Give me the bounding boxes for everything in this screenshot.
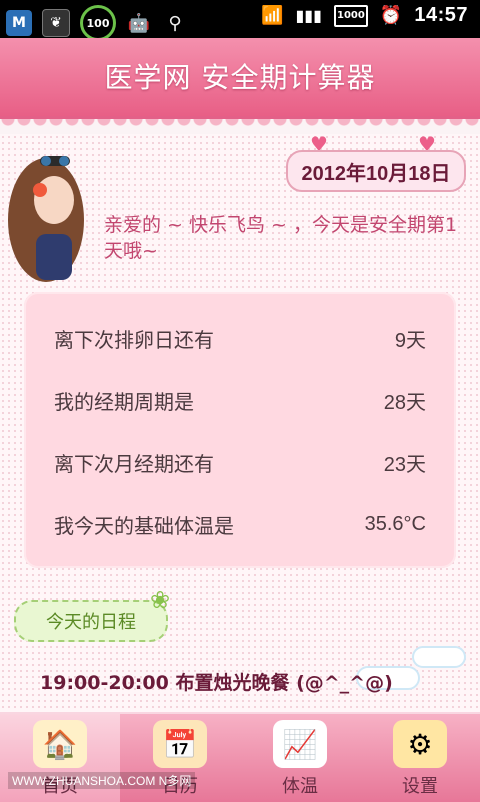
app-header: 医学网 安全期计算器: [0, 38, 480, 116]
nav-settings[interactable]: ⚙ 设置: [360, 714, 480, 802]
watermark: WWW.ZHUANSHOA.COM N多网: [8, 772, 196, 789]
app-notification-icon: M: [6, 10, 32, 36]
info-row-temperature: 我今天的基础体温是 35.6°C: [54, 504, 426, 544]
android-icon: 🤖: [127, 12, 151, 34]
nav-label: 设置: [402, 776, 438, 797]
info-row-ovulation: 离下次排卵日还有 9天: [54, 318, 426, 358]
home-icon: 🏠: [33, 720, 87, 768]
page-title: 医学网 安全期计算器: [104, 61, 376, 94]
alarm-icon: ⏰: [379, 5, 403, 26]
info-value: 23天: [383, 453, 426, 476]
gear-icon: ⚙: [393, 720, 447, 768]
leaf-notification-icon: ❦: [42, 9, 70, 37]
thermometer-chart-icon: 📈: [273, 720, 327, 768]
schedule-item[interactable]: 19:00-20:00 布置烛光晚餐 (@^_^@): [40, 668, 393, 695]
nav-temperature[interactable]: 📈 体温: [240, 714, 360, 802]
info-label: 离下次排卵日还有: [54, 327, 214, 352]
nav-label: 体温: [282, 776, 318, 797]
wifi-icon: 📶: [261, 5, 284, 26]
info-label: 离下次月经期还有: [54, 451, 214, 476]
info-row-cycle: 我的经期周期是 28天: [54, 380, 426, 420]
cycle-info-panel: 离下次排卵日还有 9天 我的经期周期是 28天 离下次月经期还有 23天 我今天…: [24, 292, 456, 568]
cloud-icon: [412, 646, 466, 668]
hd-badge: 1000: [333, 4, 368, 27]
status-bar: M ❦ 100 🤖 ⚲ 📶 ▮▮▮ 1000 ⏰ 14:57: [0, 0, 480, 41]
battery-level: 100: [86, 16, 110, 30]
girl-illustration-icon: [8, 156, 84, 282]
clock: 14:57: [414, 4, 468, 26]
info-value: 9天: [394, 329, 426, 352]
info-row-next-period: 离下次月经期还有 23天: [54, 442, 426, 482]
usb-icon: ⚲: [168, 12, 182, 34]
battery-circle-icon: 100: [80, 5, 116, 41]
date-badge: 2012年10月18日: [286, 150, 466, 192]
greeting-text: 亲爱的 ~ 快乐飞鸟 ~ ，今天是安全期第1天哦~: [104, 214, 458, 262]
info-value: 35.6°C: [364, 512, 426, 535]
swirl-icon: ❀: [150, 586, 171, 614]
status-icons-left: M ❦ 100 🤖 ⚲: [6, 5, 188, 41]
status-icons-right: 📶 ▮▮▮ 1000 ⏰ 14:57: [261, 4, 468, 27]
signal-icon: ▮▮▮: [295, 6, 322, 25]
info-value: 28天: [383, 391, 426, 414]
schedule-header[interactable]: 今天的日程: [14, 600, 168, 642]
info-label: 我的经期周期是: [54, 389, 194, 414]
calendar-icon: 📅: [153, 720, 207, 768]
info-label: 我今天的基础体温是: [54, 513, 234, 538]
